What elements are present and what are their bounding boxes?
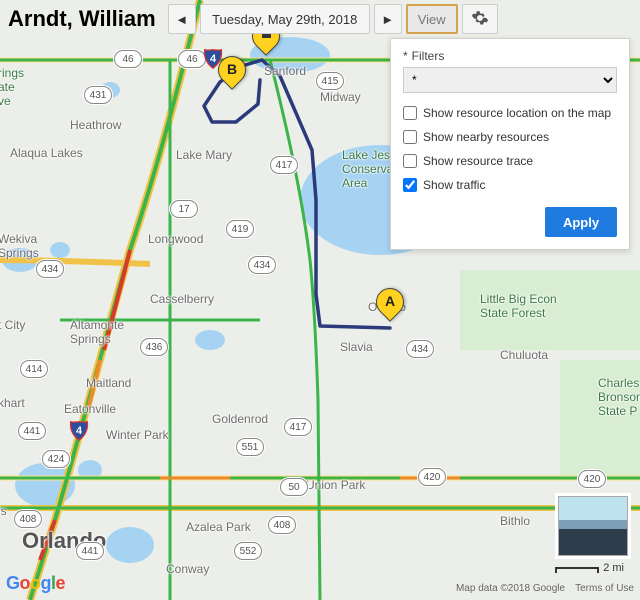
city-label: Slavia — [340, 340, 373, 354]
map-marker-B[interactable]: B — [218, 56, 246, 96]
filter-option[interactable]: Show resource location on the map — [403, 101, 617, 125]
filters-panel: * Filters * Show resource location on th… — [390, 38, 630, 250]
prev-day-button[interactable]: ◄ — [168, 4, 196, 34]
city-label: Bithlo — [500, 514, 530, 528]
map-attribution: Map data ©2018 Google Terms of Use — [456, 583, 634, 594]
route-shield: 434 — [248, 256, 276, 274]
filter-option[interactable]: Show traffic — [403, 173, 617, 197]
filter-checkbox[interactable] — [403, 130, 417, 144]
route-shield: 408 — [14, 510, 42, 528]
city-label: Casselberry — [150, 292, 214, 306]
route-shield: 420 — [418, 468, 446, 486]
filter-checkbox[interactable] — [403, 154, 417, 168]
city-label: Union Park — [306, 478, 365, 492]
satellite-toggle[interactable] — [558, 496, 628, 556]
attribution-data: Map data ©2018 Google — [456, 583, 565, 594]
filters-select[interactable]: * — [403, 67, 617, 93]
route-shield: 46 — [114, 50, 142, 68]
city-label: Eatonville — [64, 402, 116, 416]
chevron-left-icon: ◄ — [175, 12, 188, 27]
route-shield: 431 — [84, 86, 112, 104]
scale-bar: 2 mi — [555, 562, 624, 574]
next-day-button[interactable]: ► — [374, 4, 402, 34]
route-shield: 420 — [578, 470, 606, 488]
top-bar: Arndt, William ◄ Tuesday, May 29th, 2018… — [0, 4, 640, 34]
route-shield: 50 — [280, 478, 308, 496]
required-star: * — [403, 49, 408, 63]
route-shield: 441 — [76, 542, 104, 560]
route-shield: 551 — [236, 438, 264, 456]
city-label: Midway — [320, 90, 361, 104]
gear-icon — [471, 9, 489, 30]
city-label: Alaqua Lakes — [10, 146, 83, 160]
page-title: Arndt, William — [8, 6, 164, 32]
filter-label: Show traffic — [423, 178, 485, 192]
route-shield: 424 — [42, 450, 70, 468]
filters-heading: Filters — [412, 49, 445, 63]
date-button[interactable]: Tuesday, May 29th, 2018 — [200, 4, 370, 34]
attribution-terms[interactable]: Terms of Use — [575, 583, 634, 594]
filter-checkbox[interactable] — [403, 106, 417, 120]
city-label: Wekiva Springs — [0, 232, 39, 260]
city-label: Goldenrod — [212, 412, 268, 426]
city-label: Little Big Econ State Forest — [480, 292, 557, 320]
route-shield: 417 — [284, 418, 312, 436]
filter-option[interactable]: Show resource trace — [403, 149, 617, 173]
route-shield: 17 — [170, 200, 198, 218]
city-label: Winter Park — [106, 428, 169, 442]
city-label: khart — [0, 396, 25, 410]
city-label: Chuluota — [500, 348, 548, 362]
city-label: Lake Mary — [176, 148, 232, 162]
city-label: rings ate ve — [0, 66, 24, 108]
filter-option[interactable]: Show nearby resources — [403, 125, 617, 149]
city-label: t City — [0, 318, 25, 332]
city-label: Maitland — [86, 376, 131, 390]
settings-button[interactable] — [462, 4, 498, 34]
route-shield: 417 — [270, 156, 298, 174]
google-logo: Google — [6, 573, 65, 594]
chevron-right-icon: ► — [381, 12, 394, 27]
filter-label: Show resource trace — [423, 154, 533, 168]
route-shield: 414 — [20, 360, 48, 378]
route-shield: 434 — [406, 340, 434, 358]
route-shield: 552 — [234, 542, 262, 560]
city-label: Heathrow — [70, 118, 121, 132]
city-label: Longwood — [148, 232, 203, 246]
scale-label: 2 mi — [603, 562, 624, 574]
route-shield: 436 — [140, 338, 168, 356]
city-label: ls — [0, 504, 7, 518]
route-shield: 415 — [316, 72, 344, 90]
route-shield: 408 — [268, 516, 296, 534]
route-shield: 419 — [226, 220, 254, 238]
route-shield: 434 — [36, 260, 64, 278]
view-button[interactable]: View — [406, 4, 458, 34]
filter-checkbox[interactable] — [403, 178, 417, 192]
apply-button[interactable]: Apply — [545, 207, 617, 237]
city-label: Conway — [166, 562, 209, 576]
filter-label: Show nearby resources — [423, 130, 549, 144]
city-label: Azalea Park — [186, 520, 251, 534]
city-label: Charles Bronson State P — [598, 376, 640, 418]
map-marker-A[interactable]: A — [376, 288, 404, 328]
city-label: Altamonte Springs — [70, 318, 124, 346]
city-label: Sanford — [264, 64, 306, 78]
route-shield: 441 — [18, 422, 46, 440]
interstate-shield: 4 — [68, 420, 90, 442]
filter-label: Show resource location on the map — [423, 106, 611, 120]
